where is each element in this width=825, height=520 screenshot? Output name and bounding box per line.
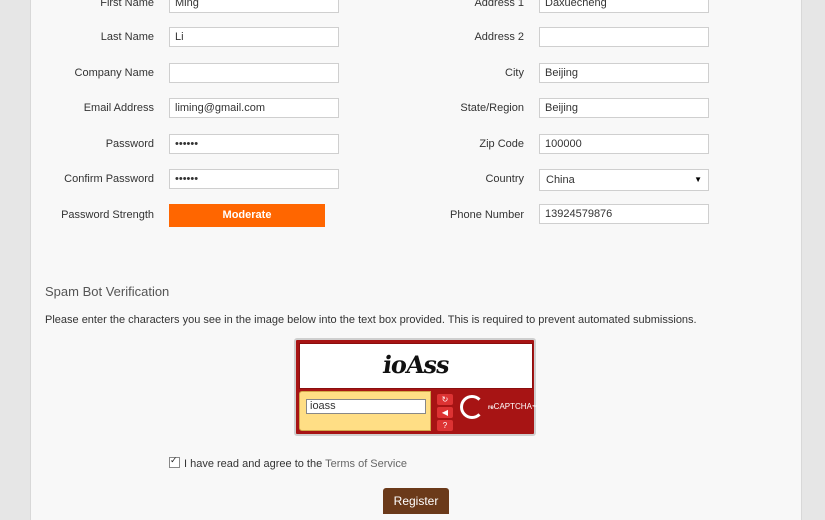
state-field[interactable]: Beijing — [539, 98, 709, 118]
country-label: Country — [485, 173, 524, 185]
city-label: City — [505, 67, 524, 79]
terms-text: I have read and agree to the — [184, 458, 326, 470]
recaptcha-arrow-icon — [460, 395, 484, 419]
zip-field[interactable]: 100000 — [539, 134, 709, 154]
recaptcha-main: CAPTCHA — [493, 402, 532, 411]
address1-field[interactable]: Daxuecheng — [539, 0, 709, 13]
captcha-image: ioAss — [299, 343, 533, 389]
audio-icon[interactable]: ◀ — [437, 407, 453, 418]
address1-label: Address 1 — [474, 0, 524, 9]
captcha-input[interactable]: ioass — [306, 399, 426, 414]
phone-field[interactable]: 13924579876 — [539, 204, 709, 224]
captcha-widget: ioAss ioass ↻ ◀ ? reCAPTCHA™ — [294, 338, 538, 436]
verification-instructions: Please enter the characters you see in t… — [45, 314, 697, 326]
terms-agreement: I have read and agree to the Terms of Se… — [169, 455, 407, 470]
address2-label: Address 2 — [474, 31, 524, 43]
state-label: State/Region — [460, 102, 524, 114]
phone-label: Phone Number — [450, 209, 524, 221]
help-icon[interactable]: ? — [437, 420, 453, 431]
registration-page: First Name Ming Last Name Li Company Nam… — [30, 0, 802, 520]
city-field[interactable]: Beijing — [539, 63, 709, 83]
register-button[interactable]: Register — [383, 488, 449, 514]
terms-checkbox[interactable] — [169, 455, 180, 468]
recaptcha-tm: ™ — [531, 405, 538, 411]
country-value: China — [546, 174, 575, 186]
zip-label: Zip Code — [479, 138, 524, 150]
captcha-input-area: ioass — [299, 391, 431, 431]
recaptcha-brand: reCAPTCHA™ — [488, 402, 538, 411]
chevron-down-icon: ▼ — [694, 175, 702, 184]
terms-link[interactable]: Terms of Service — [325, 458, 407, 470]
verification-title: Spam Bot Verification — [45, 284, 170, 299]
captcha-word: ioAss — [381, 350, 451, 379]
refresh-icon[interactable]: ↻ — [437, 394, 453, 405]
country-select[interactable]: China ▼ — [539, 169, 709, 191]
address2-field[interactable] — [539, 27, 709, 47]
